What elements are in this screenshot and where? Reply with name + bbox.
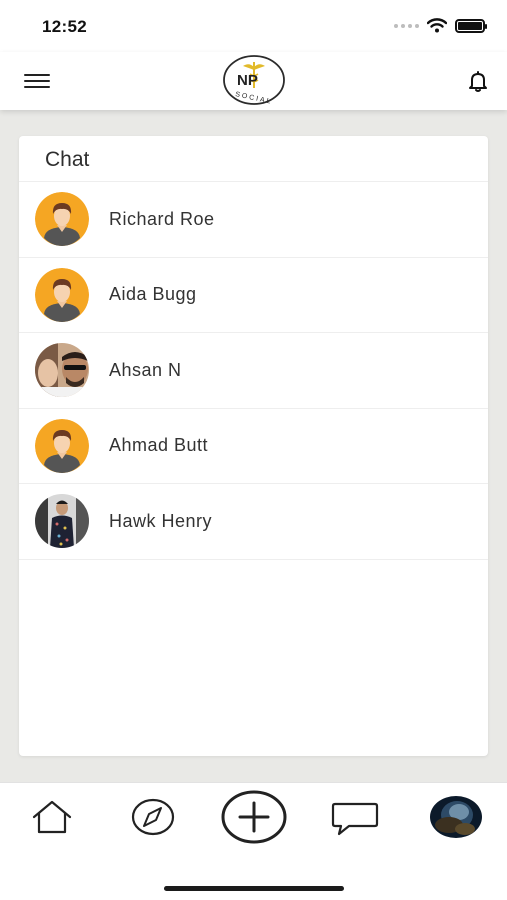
chat-row-ahmad-butt[interactable]: Ahmad Butt	[19, 409, 488, 484]
chat-row-hawk-henry[interactable]: Hawk Henry	[19, 484, 488, 560]
np-social-logo: NP SOCIAL	[223, 55, 285, 106]
status-time: 12:52	[42, 17, 87, 36]
chat-title: Chat	[19, 136, 488, 182]
status-icons	[394, 18, 487, 33]
chat-card: Chat Richard Roe Aida Bugg Ahsan N Ahmad…	[19, 136, 488, 756]
photo-avatar	[35, 343, 89, 398]
photo-avatar	[35, 494, 89, 549]
battery-icon	[455, 18, 487, 33]
logo-text: NP	[237, 72, 258, 89]
default-avatar-icon	[35, 192, 89, 247]
messages-icon[interactable]	[331, 801, 379, 837]
home-indicator	[164, 886, 344, 891]
status-bar: 12:52	[0, 0, 507, 52]
contact-name: Aida Bugg	[109, 284, 197, 305]
explore-compass-icon[interactable]	[131, 797, 175, 837]
profile-avatar[interactable]	[429, 795, 483, 839]
home-icon[interactable]	[31, 799, 73, 835]
default-avatar-icon	[35, 267, 89, 322]
add-post-icon[interactable]	[220, 789, 288, 845]
app-header: NP SOCIAL	[0, 52, 507, 110]
notification-bell-icon[interactable]	[466, 69, 490, 93]
wifi-icon	[427, 18, 447, 33]
chat-row-aida-bugg[interactable]: Aida Bugg	[19, 258, 488, 333]
chat-row-ahsan-n[interactable]: Ahsan N	[19, 333, 488, 409]
signal-dots-icon	[394, 23, 419, 28]
contact-name: Ahmad Butt	[109, 435, 209, 456]
contact-name: Hawk Henry	[109, 510, 213, 531]
hamburger-menu-icon[interactable]	[24, 71, 50, 91]
default-avatar-icon	[35, 418, 89, 473]
bottom-nav	[0, 782, 507, 900]
contact-name: Richard Roe	[109, 208, 215, 229]
chat-row-richard-roe[interactable]: Richard Roe	[19, 182, 488, 258]
contact-name: Ahsan N	[109, 359, 182, 380]
